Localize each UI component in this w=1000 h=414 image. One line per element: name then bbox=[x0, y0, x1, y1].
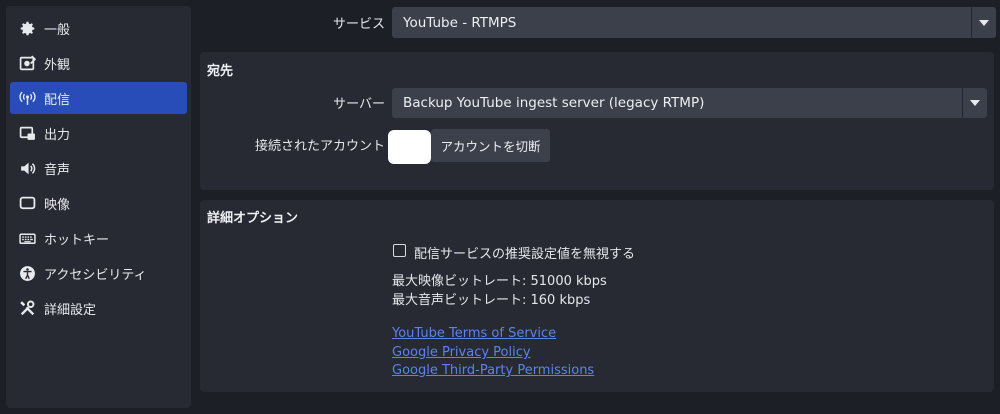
destination-group: 宛先 bbox=[200, 52, 994, 190]
gear-icon bbox=[18, 19, 36, 37]
sidebar-item-label: 映像 bbox=[44, 197, 71, 213]
advanced-options-group: 詳細オプション bbox=[200, 200, 994, 392]
keyboard-icon bbox=[18, 229, 36, 247]
sidebar-item-label: アクセシビリティ bbox=[44, 267, 147, 283]
sidebar-item-label: ホットキー bbox=[44, 232, 110, 248]
speaker-icon bbox=[18, 159, 36, 177]
sidebar-item-audio[interactable]: 音声 bbox=[10, 152, 187, 184]
sidebar-item-accessibility[interactable]: アクセシビリティ bbox=[10, 257, 187, 289]
server-select[interactable]: Backup YouTube ingest server (legacy RTM… bbox=[392, 88, 987, 118]
sidebar-item-stream[interactable]: 配信 bbox=[10, 82, 187, 114]
appearance-icon bbox=[18, 54, 36, 72]
ignore-recommended-settings-label[interactable]: 配信サービスの推奨設定値を無視する bbox=[414, 243, 635, 262]
max-audio-bitrate: 最大音声ビットレート: 160 kbps bbox=[392, 293, 591, 308]
advanced-options-title: 詳細オプション bbox=[207, 211, 299, 226]
sidebar-item-label: 詳細設定 bbox=[44, 302, 97, 318]
sidebar-item-hotkeys[interactable]: ホットキー bbox=[10, 222, 187, 254]
sidebar-item-label: 外観 bbox=[44, 57, 71, 73]
monitor-icon bbox=[18, 194, 36, 212]
output-icon bbox=[18, 124, 36, 142]
sidebar-item-appearance[interactable]: 外観 bbox=[10, 47, 187, 79]
youtube-terms-link[interactable]: YouTube Terms of Service bbox=[392, 326, 556, 341]
service-select[interactable]: YouTube - RTMPS bbox=[392, 7, 996, 38]
sidebar-item-label: 一般 bbox=[44, 22, 71, 38]
chevron-down-icon bbox=[971, 7, 996, 38]
sidebar-item-label: 出力 bbox=[44, 127, 71, 143]
sidebar-item-general[interactable]: 一般 bbox=[10, 12, 187, 44]
sidebar-item-output[interactable]: 出力 bbox=[10, 117, 187, 149]
service-label: サービス bbox=[332, 17, 385, 32]
tools-icon bbox=[18, 299, 36, 317]
max-video-bitrate: 最大映像ビットレート: 51000 kbps bbox=[392, 274, 607, 289]
broadcast-icon bbox=[18, 89, 36, 107]
account-avatar bbox=[388, 130, 431, 164]
settings-sidebar: 一般 外観 配信 出力 音声 映像 ホットキー アクセシビリティ 詳細設定 bbox=[6, 6, 191, 408]
disconnect-account-button[interactable]: アカウントを切断 bbox=[431, 129, 550, 162]
sidebar-item-video[interactable]: 映像 bbox=[10, 187, 187, 219]
sidebar-item-label: 配信 bbox=[44, 92, 71, 108]
sidebar-item-advanced[interactable]: 詳細設定 bbox=[10, 292, 187, 324]
service-select-value: YouTube - RTMPS bbox=[403, 14, 517, 31]
connected-account-label: 接続されたアカウント bbox=[254, 139, 385, 154]
server-select-value: Backup YouTube ingest server (legacy RTM… bbox=[403, 95, 705, 111]
ignore-recommended-settings-checkbox[interactable] bbox=[393, 244, 406, 257]
sidebar-item-label: 音声 bbox=[44, 162, 71, 178]
accessibility-icon bbox=[18, 264, 36, 282]
google-third-party-permissions-link[interactable]: Google Third-Party Permissions bbox=[392, 363, 594, 378]
chevron-down-icon bbox=[962, 88, 987, 118]
google-privacy-link[interactable]: Google Privacy Policy bbox=[392, 345, 531, 360]
destination-title: 宛先 bbox=[207, 64, 234, 79]
server-label: サーバー bbox=[333, 97, 385, 112]
